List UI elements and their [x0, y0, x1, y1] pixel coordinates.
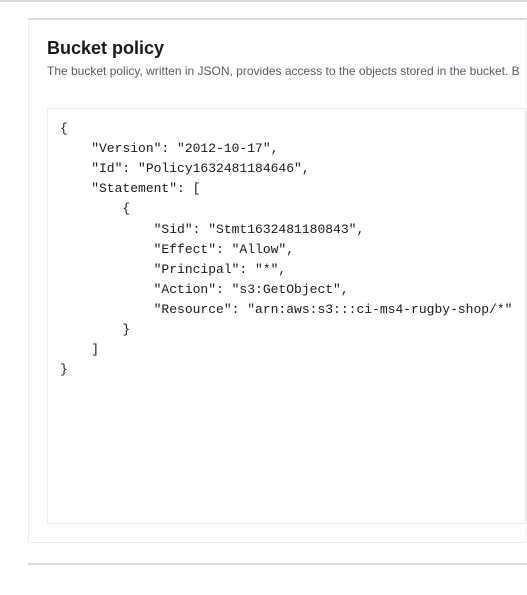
spacer [0, 0, 527, 18]
policy-json-container[interactable]: { "Version": "2012-10-17", "Id": "Policy… [47, 108, 526, 524]
bottom-divider [28, 563, 527, 565]
bucket-policy-section: Bucket policy The bucket policy, written… [28, 18, 527, 543]
top-divider [0, 0, 527, 2]
section-header: Bucket policy The bucket policy, written… [47, 38, 526, 80]
section-description: The bucket policy, written in JSON, prov… [47, 63, 526, 80]
policy-json-code: { "Version": "2012-10-17", "Id": "Policy… [60, 119, 513, 381]
section-title: Bucket policy [47, 38, 526, 59]
